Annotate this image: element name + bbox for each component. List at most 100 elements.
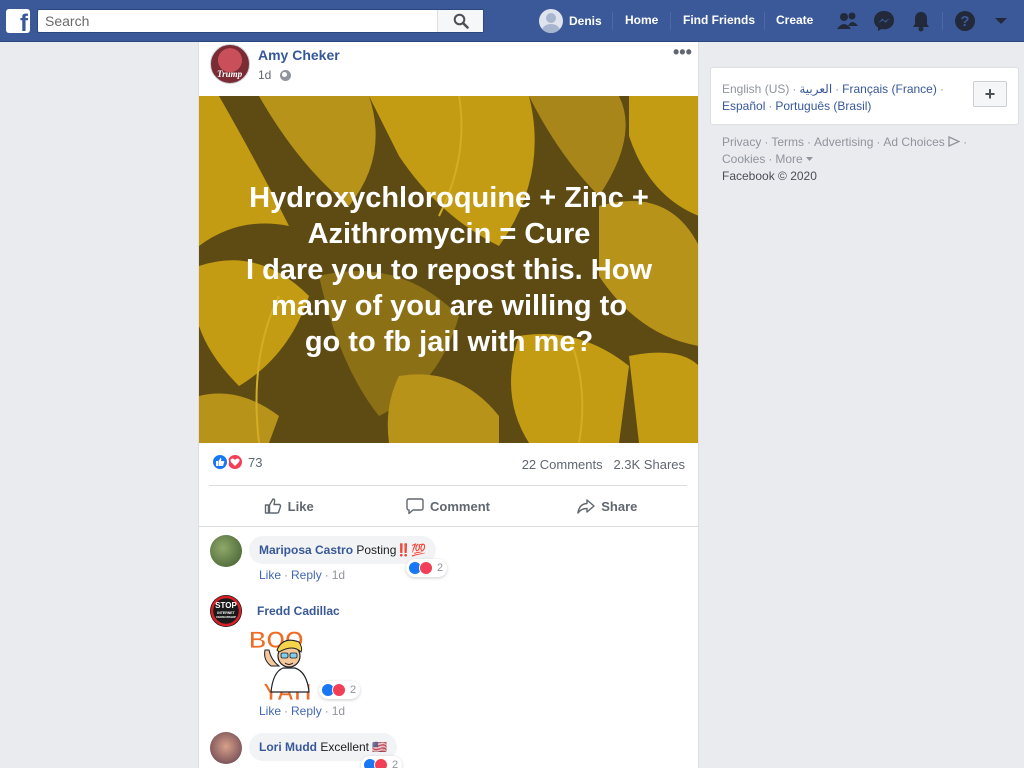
current-language: English (US) bbox=[722, 82, 790, 96]
commenter-name[interactable]: Lori Mudd bbox=[259, 740, 317, 754]
ad-choices-icon bbox=[948, 135, 961, 148]
add-language-button[interactable]: + bbox=[973, 81, 1007, 107]
comment-time[interactable]: 1d bbox=[332, 704, 345, 718]
comment-reply-link[interactable]: Reply bbox=[291, 704, 322, 718]
comment-text: Excellent bbox=[320, 740, 370, 754]
caption-line: go to fb jail with me? bbox=[304, 326, 594, 358]
language-list: English (US) · العربية · Français (France) · … bbox=[722, 82, 944, 113]
post-time-text[interactable]: 1d bbox=[258, 68, 271, 82]
share-label: Share bbox=[601, 498, 638, 514]
nav-divider bbox=[612, 12, 613, 30]
comment-bubble-icon bbox=[406, 498, 424, 515]
language-spanish-link[interactable]: Español bbox=[722, 99, 765, 113]
divider bbox=[199, 526, 698, 527]
post-image-caption: Hydroxychloroquine + Zinc + Azithromycin… bbox=[219, 180, 679, 360]
comment-emoji: 🇺🇸 bbox=[372, 740, 388, 754]
language-portuguese-link[interactable]: Português (Brasil) bbox=[775, 99, 871, 113]
comment-label: Comment bbox=[430, 498, 490, 514]
facebook-logo-icon[interactable]: f bbox=[6, 9, 30, 33]
avatar-text: Trump bbox=[217, 69, 243, 79]
top-navigation-bar: f Denis Home Find Friends Create bbox=[0, 0, 1024, 42]
commenter-name[interactable]: Mariposa Castro bbox=[259, 543, 353, 557]
love-reaction-icon bbox=[332, 683, 346, 697]
comment-bubble: Mariposa Castro Posting‼️💯 bbox=[249, 536, 437, 564]
svg-text:CENSORSHIP: CENSORSHIP bbox=[216, 615, 236, 619]
create-link[interactable]: Create bbox=[776, 13, 813, 27]
comment-reply-link[interactable]: Reply bbox=[291, 568, 322, 582]
comment-text: Posting bbox=[356, 543, 397, 557]
avatar bbox=[539, 9, 563, 33]
post-timestamp: 1d bbox=[258, 68, 292, 82]
cookies-link[interactable]: Cookies bbox=[722, 152, 765, 166]
home-link[interactable]: Home bbox=[625, 13, 658, 27]
public-globe-icon bbox=[280, 69, 292, 81]
divider bbox=[209, 485, 687, 486]
commenter-name[interactable]: Fredd Cadillac bbox=[257, 604, 340, 618]
post-reactions-summary[interactable]: 73 bbox=[211, 453, 262, 471]
search-icon bbox=[453, 13, 469, 29]
search-input[interactable] bbox=[38, 10, 438, 32]
advertising-link[interactable]: Advertising bbox=[814, 135, 873, 149]
post-options-more-icon[interactable]: ••• bbox=[673, 42, 692, 63]
friend-requests-icon[interactable] bbox=[837, 10, 859, 32]
comment-reactions[interactable]: 2 bbox=[361, 756, 403, 768]
language-arabic-link[interactable]: العربية bbox=[799, 82, 832, 96]
comment-reactions[interactable]: 2 bbox=[319, 681, 361, 699]
search-button[interactable] bbox=[437, 10, 483, 32]
nav-divider bbox=[942, 12, 943, 30]
share-button[interactable]: Share bbox=[528, 492, 687, 520]
commenter-avatar[interactable] bbox=[210, 732, 242, 764]
boo-yah-sticker[interactable]: BOO YAH bbox=[249, 622, 329, 707]
caption-line: Azithromycin = Cure bbox=[307, 218, 591, 250]
footer-links: Privacy · Terms · Advertising · Ad Choices · C… bbox=[722, 135, 968, 183]
nav-divider bbox=[670, 12, 671, 30]
post-card: Trump Amy Cheker 1d ••• Hydroxychloroqui… bbox=[198, 42, 699, 768]
commenter-avatar[interactable]: STOP INTERNET CENSORSHIP bbox=[210, 595, 242, 627]
nav-divider bbox=[764, 12, 765, 30]
account-menu-chevron-down-icon[interactable] bbox=[990, 10, 1012, 32]
ad-choices-link[interactable]: Ad Choices bbox=[883, 135, 944, 149]
help-icon[interactable]: ? bbox=[954, 10, 976, 32]
comment-reactions[interactable]: 2 bbox=[406, 559, 448, 577]
shares-count[interactable]: 2.3K Shares bbox=[613, 457, 685, 472]
comment-button[interactable]: Comment bbox=[368, 492, 527, 520]
love-reaction-icon bbox=[419, 561, 433, 575]
svg-text:STOP: STOP bbox=[215, 601, 237, 610]
search-box bbox=[37, 9, 484, 33]
love-reaction-icon bbox=[374, 758, 388, 768]
language-selector-box: English (US) · العربية · Français (France) · … bbox=[710, 67, 1019, 125]
post-stats: 22 Comments 2.3K Shares bbox=[522, 457, 685, 472]
post-image[interactable]: Hydroxychloroquine + Zinc + Azithromycin… bbox=[199, 96, 698, 443]
comment-time[interactable]: 1d bbox=[332, 568, 345, 582]
terms-link[interactable]: Terms bbox=[771, 135, 804, 149]
thumbs-up-icon bbox=[264, 498, 281, 514]
privacy-link[interactable]: Privacy bbox=[722, 135, 761, 149]
post-author-name[interactable]: Amy Cheker bbox=[258, 47, 340, 63]
share-arrow-icon bbox=[577, 499, 595, 514]
author-avatar[interactable]: Trump bbox=[210, 44, 250, 84]
comment-reaction-count: 2 bbox=[350, 684, 357, 696]
more-link[interactable]: More bbox=[775, 152, 802, 166]
profile-link[interactable]: Denis bbox=[539, 9, 602, 33]
comment-like-link[interactable]: Like bbox=[259, 568, 281, 582]
notifications-bell-icon[interactable] bbox=[910, 10, 932, 32]
profile-name: Denis bbox=[569, 14, 602, 28]
comment-like-link[interactable]: Like bbox=[259, 704, 281, 718]
caption-line: I dare you to repost this. How bbox=[245, 254, 653, 286]
svg-text:?: ? bbox=[960, 13, 969, 30]
comment-reaction-count: 2 bbox=[437, 562, 444, 574]
like-label: Like bbox=[287, 498, 314, 514]
like-button[interactable]: Like bbox=[209, 492, 368, 520]
like-reaction-icon bbox=[211, 453, 229, 471]
comment-emoji: ‼️💯 bbox=[396, 543, 427, 557]
comment-actions: Like · Reply · 1d bbox=[259, 704, 346, 718]
find-friends-link[interactable]: Find Friends bbox=[683, 13, 755, 27]
language-french-link[interactable]: Français (France) bbox=[842, 82, 937, 96]
comment-reaction-count: 2 bbox=[392, 759, 399, 768]
chevron-down-icon bbox=[806, 157, 814, 161]
copyright-text: Facebook © 2020 bbox=[722, 169, 817, 183]
post-actions: Like Comment Share bbox=[209, 492, 687, 520]
messenger-icon[interactable] bbox=[873, 10, 895, 32]
comments-count[interactable]: 22 Comments bbox=[522, 457, 603, 472]
commenter-avatar[interactable] bbox=[210, 535, 242, 567]
